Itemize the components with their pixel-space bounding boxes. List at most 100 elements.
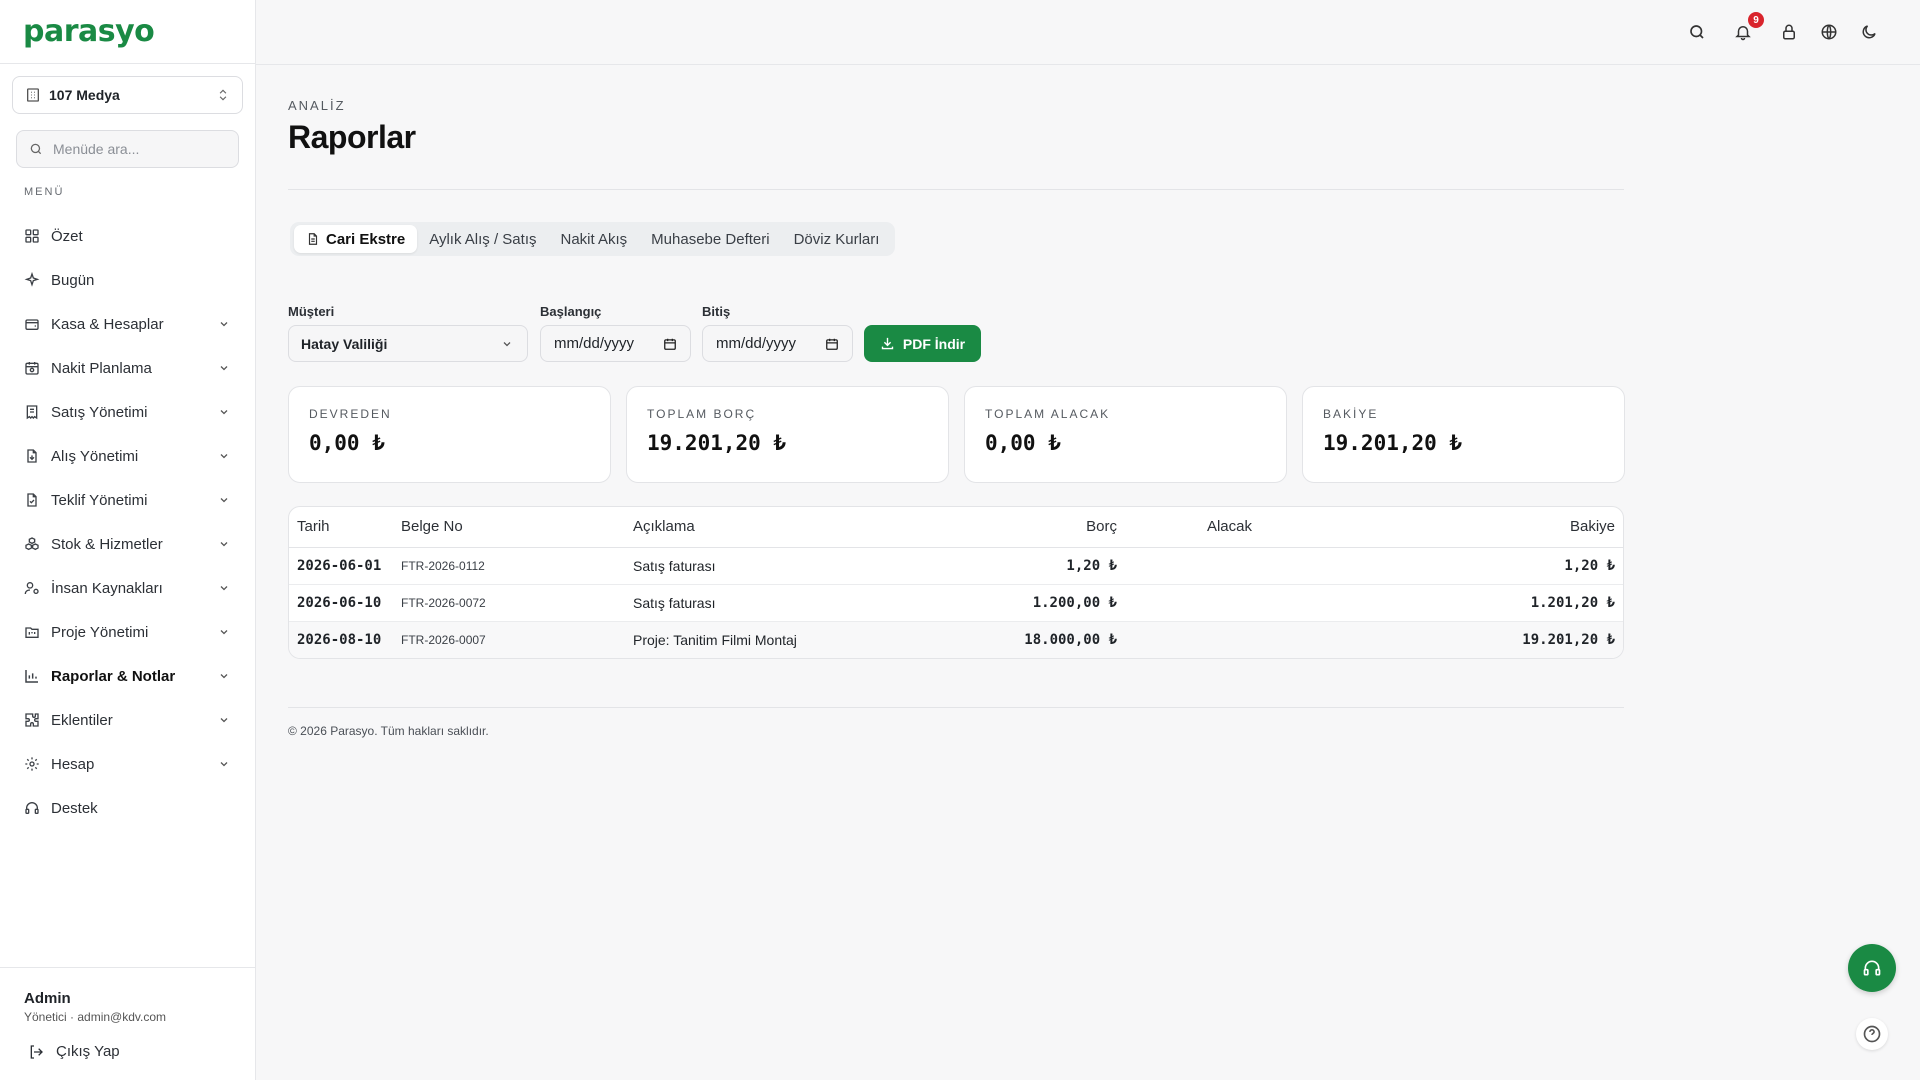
pdf-download-button[interactable]: PDF İndir [864, 325, 981, 362]
card-toplam-alacak: TOPLAM ALACAK 0,00 ₺ [964, 386, 1287, 483]
end-date-placeholder: mm/dd/yyyy [716, 335, 797, 352]
tab-doviz-kurlari[interactable]: Döviz Kurları [782, 225, 892, 253]
start-date-placeholder: mm/dd/yyyy [554, 335, 635, 352]
sidebar-item-label: Destek [51, 799, 98, 817]
chevron-down-icon [220, 674, 228, 679]
bell-icon[interactable] [1734, 23, 1752, 41]
column-header-belge-no[interactable]: Belge No [401, 507, 633, 548]
calendar-clock-icon [25, 362, 39, 375]
sidebar-item-label: Bugün [51, 271, 95, 289]
menu-label: MENÜ [24, 186, 65, 198]
chevron-down-icon [220, 410, 228, 415]
card-value: 0,00 ₺ [309, 431, 385, 455]
user-meta: Yönetici · admin@kdv.com [24, 1010, 167, 1024]
cell-credit [1117, 584, 1252, 622]
tab-label: Cari Ekstre [326, 230, 406, 248]
cell-description: Satış faturası [633, 584, 987, 622]
building-icon [27, 88, 39, 102]
column-header-aciklama[interactable]: Açıklama [633, 507, 987, 548]
help-circle-icon [1863, 1025, 1881, 1043]
sidebar-nav: Özet Bugün Kasa & Hesaplar Nakit Planlam… [0, 214, 256, 830]
cell-date: 2026-06-01 [289, 547, 401, 585]
globe-icon[interactable] [1820, 23, 1838, 41]
start-date-input[interactable]: mm/dd/yyyy [540, 325, 691, 362]
tab-muhasebe-defteri[interactable]: Muhasebe Defteri [639, 225, 781, 253]
card-label: TOPLAM ALACAK [985, 407, 1111, 421]
sidebar-item-label: Satış Yönetimi [51, 403, 148, 421]
sidebar-item-destek[interactable]: Destek [0, 786, 256, 830]
tab-aylik-alis-satis[interactable]: Aylık Alış / Satış [417, 225, 548, 253]
company-selector[interactable]: 107 Medya [12, 76, 243, 114]
support-chat-button[interactable] [1848, 944, 1896, 992]
end-date-input[interactable]: mm/dd/yyyy [702, 325, 853, 362]
summary-cards: DEVREDEN 0,00 ₺ TOPLAM BORÇ 19.201,20 ₺ … [288, 386, 1625, 483]
lock-icon[interactable] [1780, 23, 1798, 41]
cell-description: Proje: Tanitim Filmi Montaj [633, 631, 797, 648]
sidebar-item-teklif-yonetimi[interactable]: Teklif Yönetimi [0, 478, 256, 522]
sidebar-item-ozet[interactable]: Özet [0, 214, 256, 258]
sidebar-item-hesap[interactable]: Hesap [0, 742, 256, 786]
customer-select[interactable]: Hatay Valiliği [288, 325, 528, 362]
chevron-down-icon [220, 762, 228, 767]
sidebar-item-label: Kasa & Hesaplar [51, 315, 164, 333]
user-cog-icon [24, 582, 39, 595]
column-header-alacak[interactable]: Alacak [1117, 507, 1252, 548]
column-header-tarih[interactable]: Tarih [289, 507, 401, 548]
bar-chart-icon [25, 670, 38, 683]
sidebar-item-insan-kaynaklari[interactable]: İnsan Kaynakları [0, 566, 256, 610]
customer-value: Hatay Valiliği [301, 335, 388, 352]
menu-search-input[interactable] [53, 141, 223, 157]
page-title: Raporlar [288, 119, 416, 155]
search-icon[interactable] [1688, 23, 1706, 41]
cell-description: Satış faturası [633, 547, 987, 585]
sidebar-item-satis-yonetimi[interactable]: Satış Yönetimi [0, 390, 256, 434]
tab-nakit-akis[interactable]: Nakit Akış [548, 225, 639, 253]
table-row[interactable]: 2026-06-01 FTR-2026-0112 Satış faturası … [289, 547, 1623, 585]
moon-icon[interactable] [1860, 23, 1878, 41]
folder-kanban-icon [25, 627, 39, 638]
sidebar-item-bugun[interactable]: Bugün [0, 258, 256, 302]
tab-cari-ekstre[interactable]: Cari Ekstre [294, 225, 418, 253]
sidebar-item-kasa-hesaplar[interactable]: Kasa & Hesaplar [0, 302, 256, 346]
cell-doc-no: FTR-2026-0112 [401, 547, 633, 585]
sidebar-item-label: Raporlar & Notlar [51, 667, 176, 685]
user-name: Admin [24, 990, 71, 1007]
wallet-icon [25, 319, 39, 330]
footer-divider [288, 707, 1624, 708]
chevron-down-icon [220, 586, 228, 591]
table-row[interactable]: 2026-08-10 FTR-2026-0007 Proje: Tanitim … [289, 621, 1623, 658]
notification-badge: 9 [1748, 12, 1764, 28]
cell-doc-no: FTR-2026-0072 [401, 584, 633, 622]
chevron-down-icon [220, 542, 228, 547]
sidebar-item-nakit-planlama[interactable]: Nakit Planlama [0, 346, 256, 390]
sidebar-item-raporlar-notlar[interactable]: Raporlar & Notlar [0, 654, 256, 698]
logout-icon [30, 1044, 43, 1059]
headset-icon [25, 802, 39, 814]
table-row[interactable]: 2026-06-10 FTR-2026-0072 Satış faturası … [289, 584, 1623, 622]
gear-icon [25, 757, 39, 771]
search-icon [30, 143, 42, 155]
sidebar-item-alis-yonetimi[interactable]: Alış Yönetimi [0, 434, 256, 478]
logout-button[interactable]: Çıkış Yap [28, 1043, 120, 1060]
user-block: Admin Yönetici · admin@kdv.com Çıkış Yap [0, 967, 256, 1080]
download-icon [881, 337, 894, 350]
section-label: ANALİZ [288, 98, 346, 113]
chevron-down-icon [220, 322, 228, 327]
sidebar-item-eklentiler[interactable]: Eklentiler [0, 698, 256, 742]
logo-row: parasyo [0, 0, 255, 64]
help-button[interactable] [1856, 1018, 1888, 1050]
sidebar-item-stok-hizmetler[interactable]: Stok & Hizmetler [0, 522, 256, 566]
cell-date: 2026-08-10 [297, 631, 382, 648]
headset-icon [1863, 960, 1881, 976]
file-text-icon [308, 233, 318, 245]
sidebar-item-label: Eklentiler [51, 711, 113, 729]
statement-table: Tarih Belge No Açıklama Borç Alacak Baki… [288, 506, 1624, 659]
cell-balance: 19.201,20 ₺ [1522, 631, 1615, 648]
calendar-icon [826, 338, 838, 350]
card-label: DEVREDEN [309, 407, 392, 421]
brand-logo[interactable]: parasyo [23, 14, 155, 49]
column-header-borc[interactable]: Borç [987, 507, 1117, 548]
card-value: 19.201,20 ₺ [1323, 431, 1463, 455]
sidebar-item-proje-yonetimi[interactable]: Proje Yönetimi [0, 610, 256, 654]
column-header-bakiye[interactable]: Bakiye [1252, 507, 1623, 548]
